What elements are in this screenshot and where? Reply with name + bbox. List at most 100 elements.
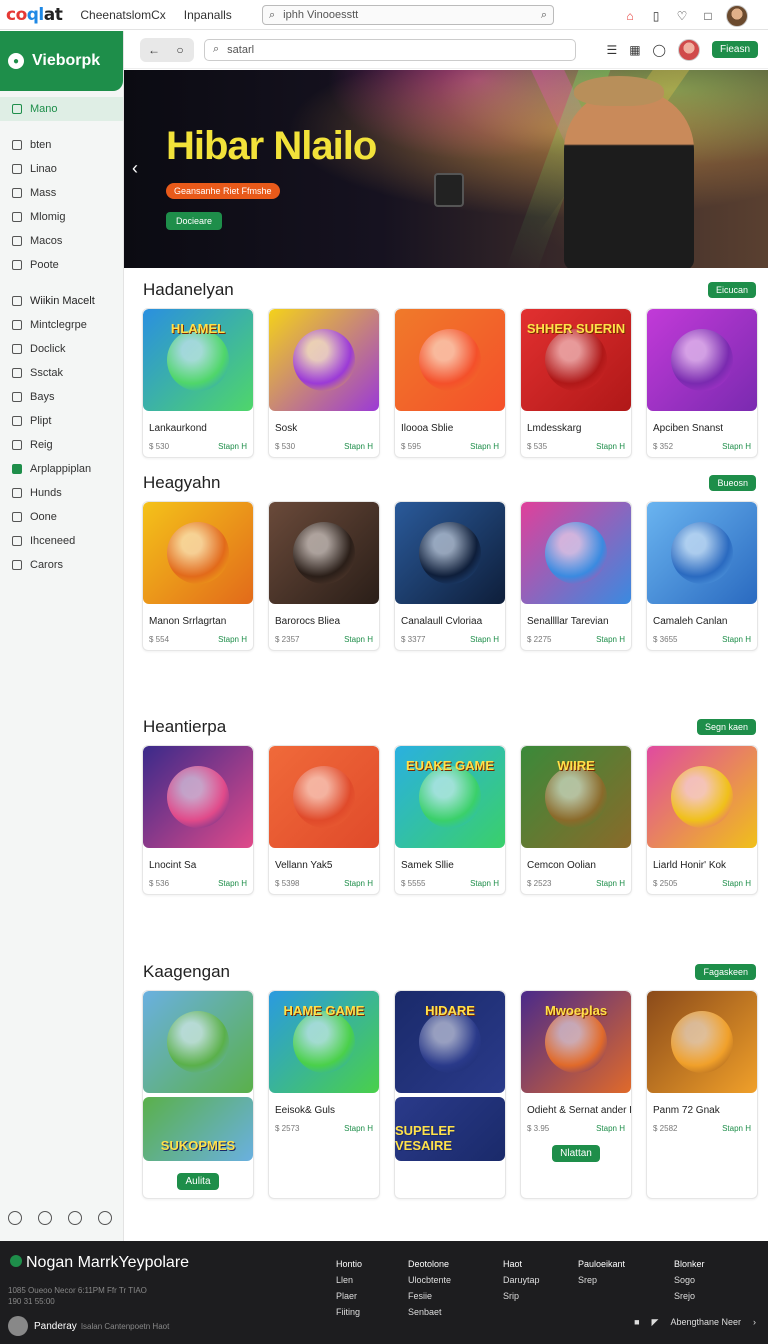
document-icon[interactable]: ▯	[648, 8, 664, 24]
app-card[interactable]: Lnocint Sa $ 536 Stapn H	[142, 745, 254, 895]
sidebar-brand[interactable]: ● Vieborpk	[0, 31, 123, 91]
hero-badge[interactable]: Geansanhe Riet Ffmshe	[166, 183, 280, 199]
app-card[interactable]: Apciben Snanst $ 352 Stapn H	[646, 308, 758, 458]
search-icon[interactable]: ⌕	[541, 9, 547, 22]
app-thumbnail[interactable]	[647, 746, 757, 848]
app-logo[interactable]: coqlat	[6, 5, 63, 25]
section-button[interactable]: Fagaskeen	[695, 964, 756, 980]
sidebar-item-14[interactable]: Arplappiplan	[0, 457, 123, 481]
footer-link[interactable]: Senbaet	[408, 1304, 451, 1320]
app-action-link[interactable]: Stapn H	[344, 635, 373, 644]
footer-link[interactable]: Daruytap	[503, 1272, 540, 1288]
app-thumbnail[interactable]: EUAKE GAME	[395, 746, 505, 848]
chat-icon[interactable]: ◯	[653, 43, 666, 57]
app-thumbnail[interactable]: WIIRE	[521, 746, 631, 848]
app-card[interactable]: Sosk $ 530 Stapn H	[268, 308, 380, 458]
sidebar-item-5[interactable]: Macos	[0, 229, 123, 253]
app-thumbnail[interactable]	[143, 991, 253, 1093]
app-card[interactable]: WIIRE Cemcon Oolian $ 2523 Stapn H	[520, 745, 632, 895]
app-thumbnail[interactable]	[647, 991, 757, 1093]
settings-icon[interactable]	[8, 1211, 22, 1225]
app-thumbnail[interactable]: SUKOPMES	[143, 1097, 253, 1161]
app-thumbnail[interactable]: HIDARE	[395, 991, 505, 1093]
sidebar-item-1[interactable]: bten	[0, 133, 123, 157]
app-card[interactable]: HLAMEL Lankaurkond $ 530 Stapn H	[142, 308, 254, 458]
info-icon[interactable]	[98, 1211, 112, 1225]
list-icon[interactable]: ☰	[606, 43, 617, 57]
app-thumbnail[interactable]: SHHER SUERIN	[521, 309, 631, 411]
sidebar-item-18[interactable]: Carors	[0, 553, 123, 577]
user-avatar[interactable]	[726, 5, 748, 27]
window-icon[interactable]: □	[700, 8, 716, 24]
app-card[interactable]: Canalaull Cvloriaa $ 3377 Stapn H	[394, 501, 506, 651]
footer-link[interactable]: Ulocbtente	[408, 1272, 451, 1288]
sidebar-item-16[interactable]: Oone	[0, 505, 123, 529]
send-icon[interactable]: ◤	[652, 1317, 659, 1328]
app-action-link[interactable]: Stapn H	[470, 879, 499, 888]
app-action-link[interactable]: Stapn H	[218, 442, 247, 451]
app-action-link[interactable]: Stapn H	[218, 635, 247, 644]
card-button[interactable]: Aulita	[177, 1173, 219, 1190]
sidebar-item-10[interactable]: Ssctak	[0, 361, 123, 385]
app-card[interactable]: Liarld Honir' Kok $ 2505 Stapn H	[646, 745, 758, 895]
user-avatar[interactable]	[677, 38, 700, 61]
app-card[interactable]: Mwoeplas Odieht & Sernat ander Hagexes $ 3…	[520, 990, 632, 1199]
footer-link[interactable]: Llen	[336, 1272, 362, 1288]
main-search-input[interactable]: ⌕ satarl	[204, 38, 576, 61]
app-action-link[interactable]: Stapn H	[596, 1124, 625, 1133]
folder-icon[interactable]: ■	[634, 1317, 639, 1328]
primary-button[interactable]: Fieasn	[711, 41, 758, 58]
footer-user[interactable]: Panderay Isalan Cantenpoetn Haot	[8, 1316, 169, 1336]
top-search-input[interactable]: ⌕ iphh Vinooesstt ⌕	[262, 5, 554, 25]
app-card[interactable]: Vellann Yak5 $ 5398 Stapn H	[268, 745, 380, 895]
app-action-link[interactable]: Stapn H	[344, 1124, 373, 1133]
app-thumbnail[interactable]	[269, 309, 379, 411]
app-action-link[interactable]: Stapn H	[470, 635, 499, 644]
top-tab-1[interactable]: CheenatslomCx	[80, 8, 165, 22]
section-button[interactable]: Segn kaen	[696, 719, 756, 735]
app-thumbnail[interactable]	[143, 502, 253, 604]
grid-icon[interactable]	[38, 1211, 52, 1225]
app-thumbnail[interactable]	[647, 502, 757, 604]
section-button[interactable]: Bueosn	[709, 475, 756, 491]
app-thumbnail[interactable]	[395, 502, 505, 604]
app-thumbnail[interactable]	[143, 746, 253, 848]
sidebar-item-17[interactable]: Ihceneed	[0, 529, 123, 553]
app-card[interactable]: SHHER SUERIN Lmdesskarg $ 535 Stapn H	[520, 308, 632, 458]
hero-button[interactable]: Docieare	[166, 212, 223, 230]
refresh-icon[interactable]: ○	[168, 40, 192, 60]
app-card[interactable]: Panm 72 Gnak $ 2582 Stapn H	[646, 990, 758, 1199]
app-action-link[interactable]: Stapn H	[596, 442, 625, 451]
home-icon[interactable]: ⌂	[622, 8, 638, 24]
heart-icon[interactable]: ♡	[674, 8, 690, 24]
app-action-link[interactable]: Stapn H	[722, 442, 751, 451]
sidebar-item-0[interactable]: Mano	[0, 97, 123, 121]
footer-link[interactable]: Sogo	[674, 1272, 705, 1288]
app-card[interactable]: Iloooa Sblie $ 595 Stapn H	[394, 308, 506, 458]
sidebar-item-7[interactable]: Wiikin Macelt	[0, 289, 123, 313]
footer-link[interactable]: Plaer	[336, 1288, 362, 1304]
app-card[interactable]: HAME GAME Eeisok& Guls $ 2573 Stapn H	[268, 990, 380, 1199]
hero-banner[interactable]: ‹ Hibar Nlailo Geansanhe Riet Ffmshe Doc…	[124, 70, 768, 268]
app-card[interactable]: HIDARE SUPELEF VESAIRE	[394, 990, 506, 1199]
app-action-link[interactable]: Stapn H	[722, 879, 751, 888]
sidebar-item-4[interactable]: Mlomig	[0, 205, 123, 229]
sidebar-item-9[interactable]: Doclick	[0, 337, 123, 361]
footer-link[interactable]: Srep	[578, 1272, 625, 1288]
app-thumbnail[interactable]	[647, 309, 757, 411]
app-card[interactable]: Manon Srrlagrtan $ 554 Stapn H	[142, 501, 254, 651]
power-icon[interactable]	[68, 1211, 82, 1225]
grid-icon[interactable]: ▦	[629, 43, 640, 57]
chevron-left-icon[interactable]: ‹	[132, 158, 138, 179]
card-button[interactable]: Nlattan	[552, 1145, 600, 1162]
sidebar-item-13[interactable]: Reig	[0, 433, 123, 457]
app-thumbnail[interactable]: HLAMEL	[143, 309, 253, 411]
app-card[interactable]: EUAKE GAME Samek Sllie $ 5555 Stapn H	[394, 745, 506, 895]
app-action-link[interactable]: Stapn H	[344, 879, 373, 888]
app-thumbnail[interactable]: Mwoeplas	[521, 991, 631, 1093]
app-action-link[interactable]: Stapn H	[470, 442, 499, 451]
section-button[interactable]: Eicucan	[707, 282, 756, 298]
footer-link[interactable]: Fiiting	[336, 1304, 362, 1320]
app-thumbnail[interactable]	[269, 502, 379, 604]
app-card[interactable]: Barorocs Bliea $ 2357 Stapn H	[268, 501, 380, 651]
